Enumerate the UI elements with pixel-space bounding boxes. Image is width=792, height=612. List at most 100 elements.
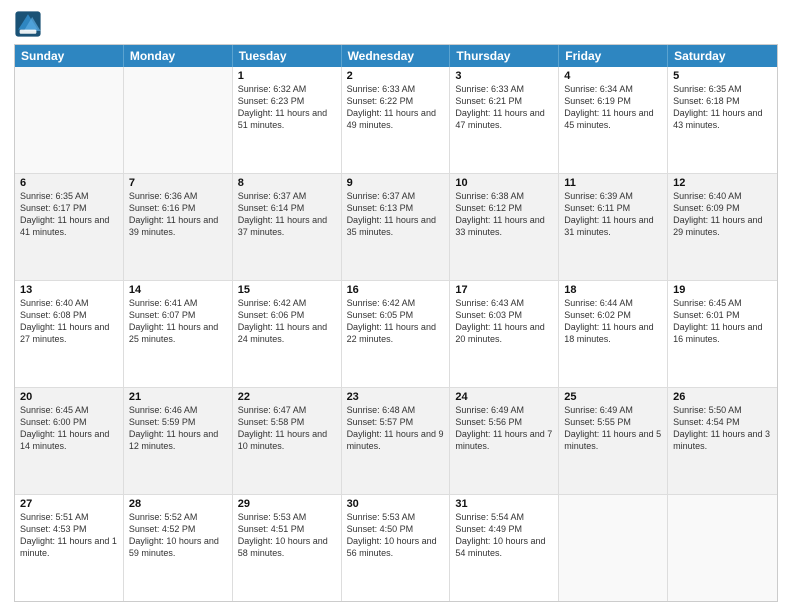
cell-text: Sunrise: 6:48 AM Sunset: 5:57 PM Dayligh… <box>347 404 445 453</box>
cell-text: Sunrise: 6:49 AM Sunset: 5:56 PM Dayligh… <box>455 404 553 453</box>
calendar-cell: 28Sunrise: 5:52 AM Sunset: 4:52 PM Dayli… <box>124 495 233 601</box>
header <box>14 10 778 38</box>
cell-text: Sunrise: 5:54 AM Sunset: 4:49 PM Dayligh… <box>455 511 553 560</box>
calendar-cell: 18Sunrise: 6:44 AM Sunset: 6:02 PM Dayli… <box>559 281 668 387</box>
day-number: 18 <box>564 284 662 296</box>
cell-text: Sunrise: 6:38 AM Sunset: 6:12 PM Dayligh… <box>455 190 553 239</box>
cell-text: Sunrise: 6:43 AM Sunset: 6:03 PM Dayligh… <box>455 297 553 346</box>
calendar-cell <box>559 495 668 601</box>
cell-text: Sunrise: 5:50 AM Sunset: 4:54 PM Dayligh… <box>673 404 772 453</box>
cell-text: Sunrise: 6:32 AM Sunset: 6:23 PM Dayligh… <box>238 83 336 132</box>
day-number: 15 <box>238 284 336 296</box>
cell-text: Sunrise: 6:33 AM Sunset: 6:21 PM Dayligh… <box>455 83 553 132</box>
day-number: 19 <box>673 284 772 296</box>
day-number: 3 <box>455 70 553 82</box>
calendar-cell: 26Sunrise: 5:50 AM Sunset: 4:54 PM Dayli… <box>668 388 777 494</box>
calendar-body: 1Sunrise: 6:32 AM Sunset: 6:23 PM Daylig… <box>15 67 777 601</box>
day-number: 21 <box>129 391 227 403</box>
day-number: 12 <box>673 177 772 189</box>
cell-text: Sunrise: 6:35 AM Sunset: 6:18 PM Dayligh… <box>673 83 772 132</box>
calendar-cell <box>15 67 124 173</box>
day-number: 26 <box>673 391 772 403</box>
day-number: 22 <box>238 391 336 403</box>
calendar-cell: 6Sunrise: 6:35 AM Sunset: 6:17 PM Daylig… <box>15 174 124 280</box>
calendar-cell: 17Sunrise: 6:43 AM Sunset: 6:03 PM Dayli… <box>450 281 559 387</box>
calendar-cell: 19Sunrise: 6:45 AM Sunset: 6:01 PM Dayli… <box>668 281 777 387</box>
calendar-cell: 16Sunrise: 6:42 AM Sunset: 6:05 PM Dayli… <box>342 281 451 387</box>
cell-text: Sunrise: 6:42 AM Sunset: 6:05 PM Dayligh… <box>347 297 445 346</box>
calendar-cell: 3Sunrise: 6:33 AM Sunset: 6:21 PM Daylig… <box>450 67 559 173</box>
calendar-cell: 15Sunrise: 6:42 AM Sunset: 6:06 PM Dayli… <box>233 281 342 387</box>
calendar-cell: 11Sunrise: 6:39 AM Sunset: 6:11 PM Dayli… <box>559 174 668 280</box>
day-number: 23 <box>347 391 445 403</box>
day-number: 9 <box>347 177 445 189</box>
calendar-cell: 13Sunrise: 6:40 AM Sunset: 6:08 PM Dayli… <box>15 281 124 387</box>
cell-text: Sunrise: 6:36 AM Sunset: 6:16 PM Dayligh… <box>129 190 227 239</box>
calendar-row-4: 27Sunrise: 5:51 AM Sunset: 4:53 PM Dayli… <box>15 494 777 601</box>
cell-text: Sunrise: 6:44 AM Sunset: 6:02 PM Dayligh… <box>564 297 662 346</box>
calendar-cell: 9Sunrise: 6:37 AM Sunset: 6:13 PM Daylig… <box>342 174 451 280</box>
day-number: 28 <box>129 498 227 510</box>
cell-text: Sunrise: 6:37 AM Sunset: 6:13 PM Dayligh… <box>347 190 445 239</box>
day-number: 7 <box>129 177 227 189</box>
header-cell-saturday: Saturday <box>668 45 777 67</box>
calendar-cell <box>668 495 777 601</box>
calendar-cell: 27Sunrise: 5:51 AM Sunset: 4:53 PM Dayli… <box>15 495 124 601</box>
day-number: 25 <box>564 391 662 403</box>
header-cell-monday: Monday <box>124 45 233 67</box>
cell-text: Sunrise: 6:35 AM Sunset: 6:17 PM Dayligh… <box>20 190 118 239</box>
day-number: 17 <box>455 284 553 296</box>
cell-text: Sunrise: 6:45 AM Sunset: 6:00 PM Dayligh… <box>20 404 118 453</box>
calendar-cell: 12Sunrise: 6:40 AM Sunset: 6:09 PM Dayli… <box>668 174 777 280</box>
calendar-row-0: 1Sunrise: 6:32 AM Sunset: 6:23 PM Daylig… <box>15 67 777 173</box>
calendar-cell: 14Sunrise: 6:41 AM Sunset: 6:07 PM Dayli… <box>124 281 233 387</box>
cell-text: Sunrise: 6:40 AM Sunset: 6:08 PM Dayligh… <box>20 297 118 346</box>
header-cell-wednesday: Wednesday <box>342 45 451 67</box>
cell-text: Sunrise: 6:45 AM Sunset: 6:01 PM Dayligh… <box>673 297 772 346</box>
cell-text: Sunrise: 6:42 AM Sunset: 6:06 PM Dayligh… <box>238 297 336 346</box>
day-number: 8 <box>238 177 336 189</box>
header-cell-friday: Friday <box>559 45 668 67</box>
cell-text: Sunrise: 5:53 AM Sunset: 4:51 PM Dayligh… <box>238 511 336 560</box>
calendar-cell: 21Sunrise: 6:46 AM Sunset: 5:59 PM Dayli… <box>124 388 233 494</box>
cell-text: Sunrise: 6:33 AM Sunset: 6:22 PM Dayligh… <box>347 83 445 132</box>
cell-text: Sunrise: 6:49 AM Sunset: 5:55 PM Dayligh… <box>564 404 662 453</box>
cell-text: Sunrise: 6:46 AM Sunset: 5:59 PM Dayligh… <box>129 404 227 453</box>
cell-text: Sunrise: 5:53 AM Sunset: 4:50 PM Dayligh… <box>347 511 445 560</box>
calendar-cell: 23Sunrise: 6:48 AM Sunset: 5:57 PM Dayli… <box>342 388 451 494</box>
logo-icon <box>14 10 42 38</box>
calendar-cell: 2Sunrise: 6:33 AM Sunset: 6:22 PM Daylig… <box>342 67 451 173</box>
cell-text: Sunrise: 6:47 AM Sunset: 5:58 PM Dayligh… <box>238 404 336 453</box>
day-number: 16 <box>347 284 445 296</box>
day-number: 20 <box>20 391 118 403</box>
day-number: 29 <box>238 498 336 510</box>
calendar-cell: 24Sunrise: 6:49 AM Sunset: 5:56 PM Dayli… <box>450 388 559 494</box>
calendar-row-1: 6Sunrise: 6:35 AM Sunset: 6:17 PM Daylig… <box>15 173 777 280</box>
cell-text: Sunrise: 6:37 AM Sunset: 6:14 PM Dayligh… <box>238 190 336 239</box>
day-number: 24 <box>455 391 553 403</box>
cell-text: Sunrise: 6:34 AM Sunset: 6:19 PM Dayligh… <box>564 83 662 132</box>
calendar-cell <box>124 67 233 173</box>
day-number: 11 <box>564 177 662 189</box>
page: SundayMondayTuesdayWednesdayThursdayFrid… <box>0 0 792 612</box>
calendar-cell: 1Sunrise: 6:32 AM Sunset: 6:23 PM Daylig… <box>233 67 342 173</box>
calendar-cell: 29Sunrise: 5:53 AM Sunset: 4:51 PM Dayli… <box>233 495 342 601</box>
cell-text: Sunrise: 6:40 AM Sunset: 6:09 PM Dayligh… <box>673 190 772 239</box>
calendar-cell: 8Sunrise: 6:37 AM Sunset: 6:14 PM Daylig… <box>233 174 342 280</box>
calendar-cell: 7Sunrise: 6:36 AM Sunset: 6:16 PM Daylig… <box>124 174 233 280</box>
day-number: 13 <box>20 284 118 296</box>
day-number: 1 <box>238 70 336 82</box>
calendar-header: SundayMondayTuesdayWednesdayThursdayFrid… <box>15 45 777 67</box>
day-number: 6 <box>20 177 118 189</box>
calendar-row-3: 20Sunrise: 6:45 AM Sunset: 6:00 PM Dayli… <box>15 387 777 494</box>
header-cell-tuesday: Tuesday <box>233 45 342 67</box>
calendar-cell: 4Sunrise: 6:34 AM Sunset: 6:19 PM Daylig… <box>559 67 668 173</box>
calendar-cell: 30Sunrise: 5:53 AM Sunset: 4:50 PM Dayli… <box>342 495 451 601</box>
day-number: 27 <box>20 498 118 510</box>
calendar-cell: 5Sunrise: 6:35 AM Sunset: 6:18 PM Daylig… <box>668 67 777 173</box>
calendar-cell: 20Sunrise: 6:45 AM Sunset: 6:00 PM Dayli… <box>15 388 124 494</box>
day-number: 14 <box>129 284 227 296</box>
day-number: 2 <box>347 70 445 82</box>
calendar: SundayMondayTuesdayWednesdayThursdayFrid… <box>14 44 778 602</box>
calendar-cell: 31Sunrise: 5:54 AM Sunset: 4:49 PM Dayli… <box>450 495 559 601</box>
